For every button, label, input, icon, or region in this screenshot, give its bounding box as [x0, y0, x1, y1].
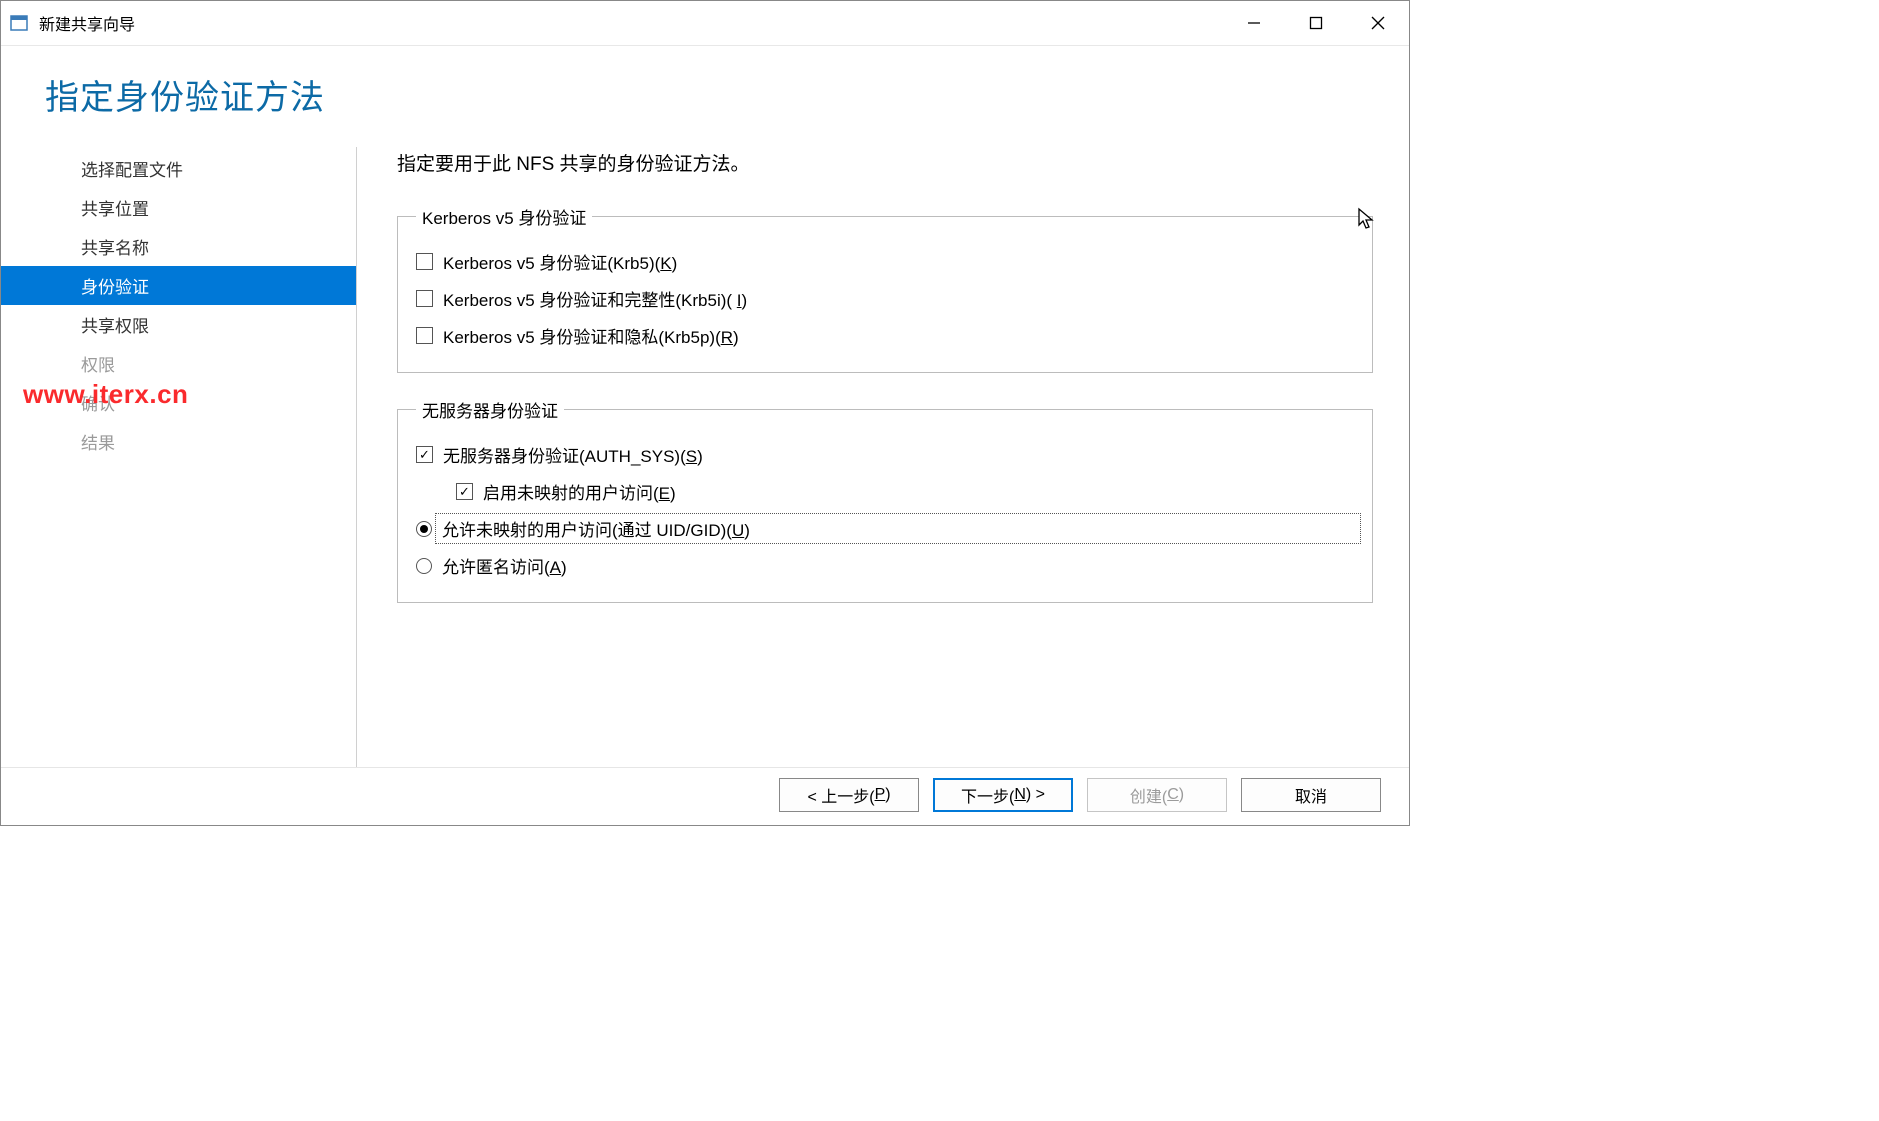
create-button: 创建(C)	[1087, 778, 1227, 812]
checkbox-icon	[416, 253, 433, 270]
maximize-button[interactable]	[1285, 1, 1347, 45]
checkbox-checked-icon	[456, 483, 473, 500]
kerberos-krb5-checkbox[interactable]: Kerberos v5 身份验证(Krb5)(K)	[416, 243, 1354, 280]
close-button[interactable]	[1347, 1, 1409, 45]
steps-sidebar: 选择配置文件 共享位置 共享名称 身份验证 共享权限 权限 确认 结果	[1, 139, 356, 767]
kerberos-krb5p-checkbox[interactable]: Kerberos v5 身份验证和隐私(Krb5p)(R)	[416, 317, 1354, 354]
wizard-footer: < 上一步(P) 下一步(N) > 创建(C) 取消	[1, 767, 1409, 826]
previous-button[interactable]: < 上一步(P)	[779, 778, 919, 812]
checkbox-icon	[416, 290, 433, 307]
next-button[interactable]: 下一步(N) >	[933, 778, 1073, 812]
authsys-label: 无服务器身份验证(AUTH_SYS)(S)	[443, 442, 703, 467]
checkbox-icon	[416, 327, 433, 344]
step-result: 结果	[1, 422, 356, 461]
noserver-group: 无服务器身份验证 无服务器身份验证(AUTH_SYS)(S) 启用未映射的用户访…	[397, 397, 1373, 603]
enable-unmapped-label: 启用未映射的用户访问(E)	[483, 479, 676, 504]
kerberos-legend: Kerberos v5 身份验证	[416, 204, 592, 229]
step-permissions: 权限	[1, 344, 356, 383]
step-confirm: 确认	[1, 383, 356, 422]
kerberos-krb5i-checkbox[interactable]: Kerberos v5 身份验证和完整性(Krb5i)( I)	[416, 280, 1354, 317]
step-authentication[interactable]: 身份验证	[1, 266, 356, 305]
step-share-location[interactable]: 共享位置	[1, 188, 356, 227]
allow-anonymous-label: 允许匿名访问(A)	[442, 553, 567, 578]
authsys-checkbox[interactable]: 无服务器身份验证(AUTH_SYS)(S)	[416, 436, 1354, 473]
radio-selected-icon	[416, 521, 432, 537]
window-title: 新建共享向导	[39, 11, 135, 35]
enable-unmapped-checkbox[interactable]: 启用未映射的用户访问(E)	[416, 473, 1354, 510]
step-share-permissions[interactable]: 共享权限	[1, 305, 356, 344]
minimize-button[interactable]	[1223, 1, 1285, 45]
kerberos-krb5p-label: Kerberos v5 身份验证和隐私(Krb5p)(R)	[443, 323, 739, 348]
titlebar: 新建共享向导	[1, 1, 1409, 46]
kerberos-krb5i-label: Kerberos v5 身份验证和完整性(Krb5i)( I)	[443, 286, 747, 311]
intro-text: 指定要用于此 NFS 共享的身份验证方法。	[397, 149, 1373, 176]
radio-icon	[416, 558, 432, 574]
cancel-button[interactable]: 取消	[1241, 778, 1381, 812]
noserver-legend: 无服务器身份验证	[416, 397, 564, 422]
step-select-profile[interactable]: 选择配置文件	[1, 149, 356, 188]
checkbox-checked-icon	[416, 446, 433, 463]
main-panel: 指定要用于此 NFS 共享的身份验证方法。 Kerberos v5 身份验证 K…	[357, 139, 1409, 767]
step-share-name[interactable]: 共享名称	[1, 227, 356, 266]
page-title: 指定身份验证方法	[45, 70, 1409, 119]
wizard-window: www.iterx.cn 新建共享向导	[0, 0, 1410, 826]
app-icon	[9, 13, 29, 33]
allow-uid-gid-label: 允许未映射的用户访问(通过 UID/GID)(U)	[435, 513, 1361, 544]
kerberos-krb5-label: Kerberos v5 身份验证(Krb5)(K)	[443, 249, 677, 274]
kerberos-group: Kerberos v5 身份验证 Kerberos v5 身份验证(Krb5)(…	[397, 204, 1373, 373]
allow-uid-gid-radio[interactable]: 允许未映射的用户访问(通过 UID/GID)(U)	[416, 510, 1354, 547]
allow-anonymous-radio[interactable]: 允许匿名访问(A)	[416, 547, 1354, 584]
